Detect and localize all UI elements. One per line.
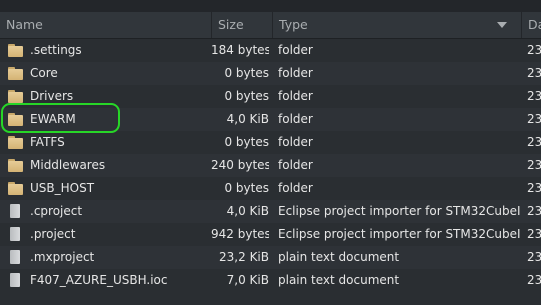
file-name: FATFS [30, 135, 65, 149]
file-type: folder [278, 181, 313, 195]
file-name-cell: Core [0, 62, 211, 85]
file-name: Middlewares [30, 158, 106, 172]
column-header: Name Size Type Da [0, 12, 541, 39]
file-list: .settings 184 bytes folder 23 Core 0 bytes fol… [0, 39, 541, 292]
file-date: 23 [527, 273, 541, 287]
file-name: .mxproject [30, 250, 95, 264]
file-size: 4,0 KiB [226, 204, 269, 218]
column-header-date[interactable]: Da [521, 12, 541, 38]
file-name: F407_AZURE_USBH.ioc [30, 273, 168, 287]
file-type: folder [278, 43, 313, 57]
file-name-cell: F407_AZURE_USBH.ioc [0, 269, 211, 292]
file-size: 184 bytes [211, 43, 269, 57]
file-type: folder [278, 112, 313, 126]
file-type: folder [278, 66, 313, 80]
highlight-annotation [1, 103, 120, 133]
file-size: 0 bytes [224, 66, 269, 80]
column-header-date-label: Da [528, 17, 541, 32]
file-type: folder [278, 89, 313, 103]
file-row[interactable]: .cproject 4,0 KiB Eclipse project importer… [0, 200, 541, 223]
column-header-name[interactable]: Name [0, 12, 211, 38]
file-name-cell: Middlewares [0, 154, 211, 177]
column-header-type[interactable]: Type [272, 12, 521, 38]
file-date: 23 [527, 89, 541, 103]
file-row[interactable]: Middlewares 240 bytes folder 23 [0, 154, 541, 177]
file-date: 23 [527, 158, 541, 172]
file-size: 942 bytes [211, 227, 269, 241]
sort-descending-icon [497, 22, 507, 28]
file-name-cell: .mxproject [0, 246, 211, 269]
file-type: folder [278, 158, 313, 172]
file-type: Eclipse project importer for STM32CubeID… [278, 204, 520, 218]
file-row[interactable]: .mxproject 23,2 KiB plain text document 23 [0, 246, 541, 269]
column-header-name-label: Name [6, 17, 43, 32]
file-type: plain text document [278, 273, 400, 287]
file-type: Eclipse project importer for STM32CubeID… [278, 227, 520, 241]
file-size: 23,2 KiB [219, 250, 269, 264]
file-row[interactable]: USB_HOST 0 bytes folder 23 [0, 177, 541, 200]
file-row[interactable]: .project 942 bytes Eclipse project importe… [0, 223, 541, 246]
file-size: 4,0 KiB [226, 112, 269, 126]
column-header-type-label: Type [279, 17, 308, 32]
file-row[interactable]: .settings 184 bytes folder 23 [0, 39, 541, 62]
file-name-cell: FATFS [0, 131, 211, 154]
file-date: 23 [527, 43, 541, 57]
file-icon [10, 250, 20, 264]
file-date: 23 [527, 66, 541, 80]
file-size: 0 bytes [224, 89, 269, 103]
file-row[interactable]: FATFS 0 bytes folder 23 [0, 131, 541, 154]
file-size: 7,0 KiB [226, 273, 269, 287]
file-date: 23 [527, 135, 541, 149]
column-header-size[interactable]: Size [211, 12, 272, 38]
file-size: 0 bytes [224, 181, 269, 195]
column-header-size-label: Size [218, 17, 244, 32]
file-date: 23 [527, 204, 541, 218]
file-name: Core [30, 66, 58, 80]
window-top-strip [0, 0, 541, 12]
file-icon [10, 273, 20, 287]
file-size: 0 bytes [224, 135, 269, 149]
file-icon [10, 204, 20, 218]
file-date: 23 [527, 250, 541, 264]
file-type: folder [278, 135, 313, 149]
file-name-cell: .settings [0, 39, 211, 62]
file-date: 23 [527, 112, 541, 126]
file-size: 240 bytes [211, 158, 269, 172]
file-icon [10, 227, 20, 241]
file-name-cell: .project [0, 223, 211, 246]
file-name-cell: USB_HOST [0, 177, 211, 200]
file-row[interactable]: Core 0 bytes folder 23 [0, 62, 541, 85]
file-name: USB_HOST [30, 181, 95, 195]
file-name: .settings [30, 43, 82, 57]
file-date: 23 [527, 227, 541, 241]
file-name: .project [30, 227, 76, 241]
file-row[interactable]: F407_AZURE_USBH.ioc 7,0 KiB plain text doc… [0, 269, 541, 292]
file-type: plain text document [278, 250, 400, 264]
file-name-cell: .cproject [0, 200, 211, 223]
file-date: 23 [527, 181, 541, 195]
file-name: .cproject [30, 204, 83, 218]
